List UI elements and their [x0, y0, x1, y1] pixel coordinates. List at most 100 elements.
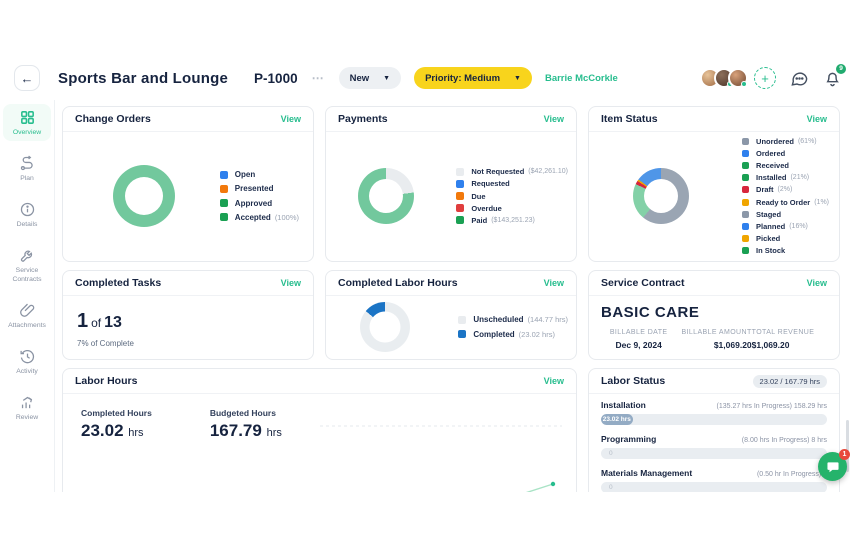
chat-widget-button[interactable]: 1: [818, 452, 847, 481]
payments-donut-chart: [358, 168, 414, 224]
sidebar-item-details[interactable]: Details: [3, 196, 51, 233]
view-link[interactable]: View: [281, 278, 301, 288]
legend-swatch: [742, 223, 749, 230]
item-status-card: Item Status View Unordered (61%): [588, 106, 840, 262]
legend-swatch: [458, 330, 466, 338]
change-orders-donut-chart: [113, 165, 175, 227]
view-link[interactable]: View: [281, 114, 301, 124]
sidebar-item-service-contracts[interactable]: Service Contracts: [3, 242, 51, 287]
labor-status-total-badge: 23.02 / 167.79 hrs: [753, 375, 827, 388]
legend-swatch: [742, 186, 749, 193]
labor-hours-trend-chart: [310, 394, 570, 492]
sidebar-item-overview[interactable]: Overview: [3, 104, 51, 141]
legend-item: Due: [456, 192, 568, 201]
legend-item: Requested: [456, 179, 568, 188]
legend-item: Paid ($143,251.23): [456, 216, 568, 225]
completed-hours-stat: Completed Hours 23.02 hrs: [81, 408, 152, 492]
labor-status-rows: Installation (135.27 hrs In Progress) 15…: [589, 394, 839, 492]
legend-item: Unordered (61%): [742, 137, 829, 146]
legend-swatch: [458, 316, 466, 324]
view-link[interactable]: View: [544, 278, 564, 288]
card-title: Payments: [338, 113, 388, 125]
plan-route-icon: [19, 155, 36, 172]
sidebar-item-label: Overview: [13, 129, 41, 137]
card-title: Completed Labor Hours: [338, 277, 458, 289]
sidebar-item-label: Plan: [20, 175, 34, 183]
payments-card: Payments View Not Requested ($42,261.10): [325, 106, 577, 262]
wrench-icon: [19, 247, 36, 264]
change-orders-legend: Open Presented: [220, 168, 299, 225]
labor-status-row: Materials Management (0.50 hr In Progres…: [601, 468, 827, 492]
card-title: Service Contract: [601, 277, 684, 289]
legend-swatch: [742, 150, 749, 157]
legend-swatch: [742, 138, 749, 145]
progress-bar: 23.02 hrs: [601, 414, 827, 425]
completed-tasks-card: Completed Tasks View 1of13 7% of Complet…: [62, 270, 314, 360]
view-link[interactable]: View: [544, 114, 564, 124]
legend-item: Installed (21%): [742, 173, 829, 182]
progress-bar: 0: [601, 448, 827, 459]
legend-item: Open: [220, 170, 299, 179]
contract-column: BILLABLE AMOUNT $1,069.20: [676, 329, 751, 350]
legend-item: Approved: [220, 199, 299, 208]
view-link[interactable]: View: [807, 114, 827, 124]
legend-swatch: [742, 235, 749, 242]
sidebar-item-plan[interactable]: Plan: [3, 150, 51, 187]
sidebar-item-label: Service Contracts: [3, 267, 51, 283]
contract-column: TOTAL REVENUE $1,069.20: [752, 329, 827, 350]
legend-swatch: [220, 171, 228, 179]
labor-status-row: Installation (135.27 hrs In Progress) 15…: [601, 400, 827, 425]
legend-item: Completed (23.02 hrs): [458, 330, 568, 339]
sidebar-item-review[interactable]: Review: [3, 389, 51, 426]
item-status-legend: Unordered (61%) Ordered: [742, 135, 829, 257]
completed-labor-hours-card: Completed Labor Hours View Unscheduled (…: [325, 270, 577, 360]
legend-swatch: [456, 180, 464, 188]
view-link[interactable]: View: [544, 376, 564, 386]
contract-plan-name: BASIC CARE: [601, 304, 827, 321]
legend-swatch: [456, 216, 464, 224]
completed-labor-donut-chart: [360, 302, 410, 352]
legend-swatch: [742, 199, 749, 206]
completed-labor-legend: Unscheduled (144.77 hrs) Completed (23.0…: [458, 313, 568, 341]
labor-hours-card: Labor Hours View Completed Hours 23.02 h…: [62, 368, 577, 492]
card-title: Item Status: [601, 113, 658, 125]
budgeted-hours-stat: Budgeted Hours 167.79 hrs: [210, 408, 282, 492]
item-status-donut-chart: [633, 168, 689, 224]
legend-swatch: [456, 192, 464, 200]
sidebar-item-activity[interactable]: Activity: [3, 343, 51, 380]
sidebar-item-label: Activity: [16, 368, 38, 376]
view-link[interactable]: View: [807, 278, 827, 288]
history-clock-icon: [19, 348, 36, 365]
labor-status-card: Labor Status 23.02 / 167.79 hrs Installa…: [588, 368, 840, 492]
review-chart-icon: [19, 394, 36, 411]
legend-item: Accepted (100%): [220, 213, 299, 222]
legend-item: Planned (16%): [742, 222, 829, 231]
legend-item: Overdue: [456, 204, 568, 213]
tasks-count: 1of13: [77, 310, 299, 333]
sidebar-item-attachments[interactable]: Attachments: [3, 297, 51, 334]
legend-item: Not Requested ($42,261.10): [456, 167, 568, 176]
card-title: Labor Status: [601, 375, 665, 387]
sidebar-item-label: Attachments: [8, 322, 46, 330]
info-circle-icon: [19, 201, 36, 218]
legend-swatch: [742, 174, 749, 181]
legend-swatch: [742, 211, 749, 218]
legend-swatch: [220, 213, 228, 221]
contract-columns: BILLABLE DATE Dec 9, 2024 BILLABLE AMOUN…: [601, 329, 827, 350]
labor-status-row: Programming (8.00 hrs In Progress) 8 hrs…: [601, 434, 827, 459]
paperclip-icon: [19, 302, 36, 319]
overview-grid-icon: [19, 109, 36, 126]
card-title: Labor Hours: [75, 375, 137, 387]
legend-swatch: [742, 247, 749, 254]
legend-item: Ordered: [742, 149, 829, 158]
legend-item: Picked: [742, 234, 829, 243]
payments-legend: Not Requested ($42,261.10) Requested: [456, 166, 568, 227]
legend-item: Received: [742, 161, 829, 170]
legend-swatch: [220, 199, 228, 207]
sidebar: Overview Plan Details Service Contracts …: [0, 100, 55, 492]
legend-swatch: [456, 204, 464, 212]
legend-item: Presented: [220, 184, 299, 193]
legend-item: Staged: [742, 210, 829, 219]
legend-swatch: [220, 185, 228, 193]
app-window: ← Sports Bar and Lounge P-1000 ⋯ New ▼ P…: [0, 0, 850, 550]
